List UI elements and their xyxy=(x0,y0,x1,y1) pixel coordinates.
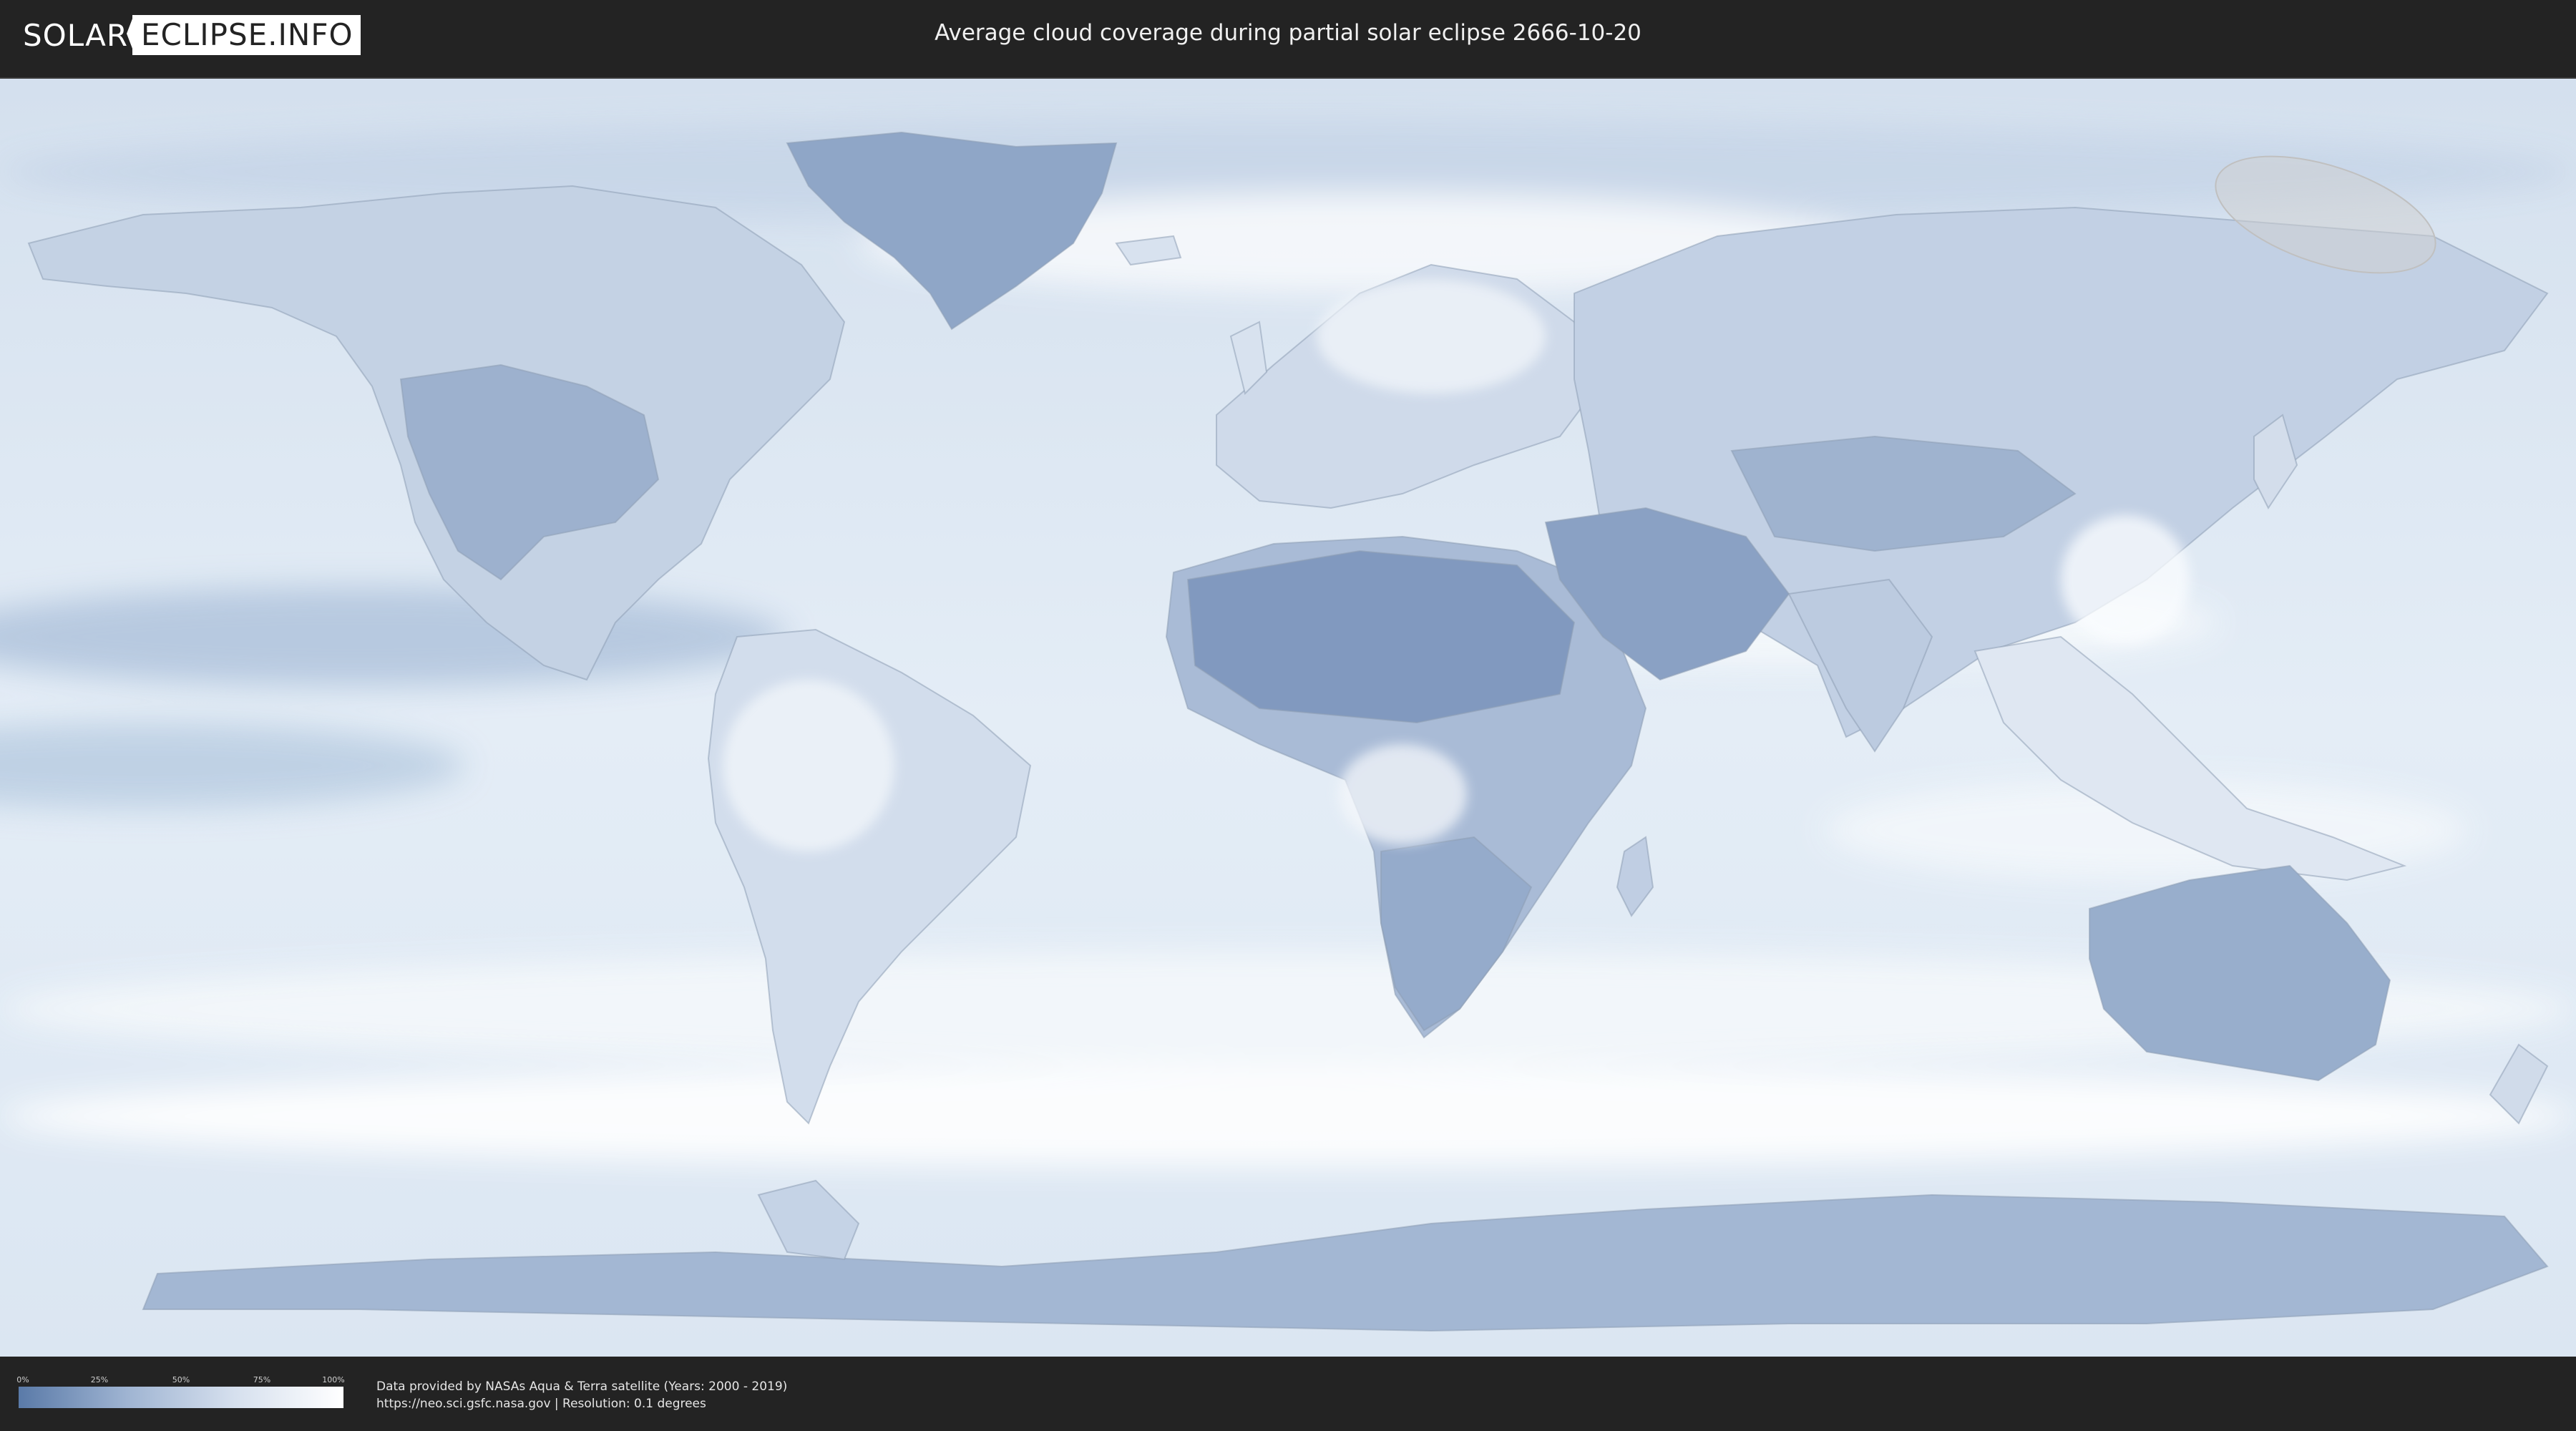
legend-tick-50: 50% xyxy=(172,1375,190,1384)
credits-line-source: Data provided by NASAs Aqua & Terra sate… xyxy=(376,1379,788,1394)
land-sahara xyxy=(1186,550,1576,724)
credits-line-url[interactable]: https://neo.sci.gsfc.nasa.gov | Resoluti… xyxy=(376,1395,787,1412)
legend-tick-100: 100% xyxy=(322,1375,345,1384)
legend-ticks: 0% 25% 50% 75% 100% xyxy=(16,1375,345,1387)
legend-tick-0: 0% xyxy=(16,1375,29,1384)
world-map-svg xyxy=(0,79,2576,1358)
legend-gradient-bar xyxy=(19,1387,343,1408)
legend-tick-25: 25% xyxy=(90,1375,109,1384)
legend-tick-75: 75% xyxy=(253,1375,271,1384)
header-bar: SOLAR ECLIPSE.INFO Average cloud coverag… xyxy=(0,0,2576,72)
cloud-coverage-map[interactable] xyxy=(0,77,2576,1358)
data-credits: Data provided by NASAs Aqua & Terra sate… xyxy=(376,1378,787,1412)
page-title: Average cloud coverage during partial so… xyxy=(935,20,1641,46)
footer-bar: 0% 25% 50% 75% 100% Data provided by NAS… xyxy=(0,1357,2576,1431)
cloud-coverage-legend: 0% 25% 50% 75% 100% xyxy=(16,1375,345,1408)
